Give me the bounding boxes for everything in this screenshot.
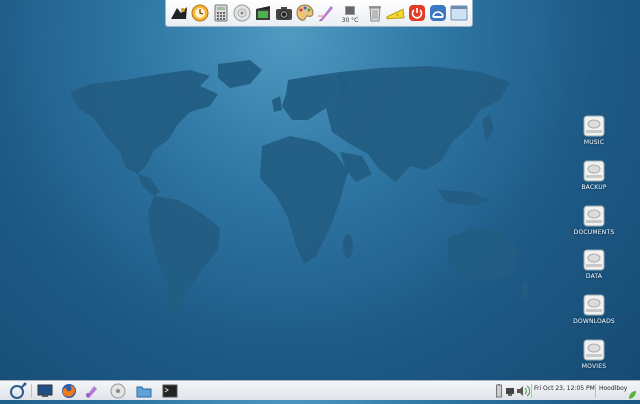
drive-movies[interactable]: MOVIES	[568, 339, 620, 370]
paint-palette-icon[interactable]	[295, 3, 314, 24]
drive-music[interactable]: MUSIC	[568, 115, 620, 146]
cheese-icon[interactable]	[386, 3, 405, 24]
world-map-wallpaper	[70, 60, 530, 326]
show-desktop-launcher[interactable]	[35, 382, 55, 399]
folder-icon	[136, 386, 152, 397]
trash-icon[interactable]	[365, 3, 384, 24]
power-icon[interactable]	[407, 3, 426, 24]
disk-launcher[interactable]	[108, 382, 128, 399]
panel-separator	[531, 384, 532, 398]
user-menu-label[interactable]: Hoodlboy	[599, 385, 627, 392]
drive-label: DATA	[585, 273, 603, 280]
hard-drive-icon	[583, 205, 605, 227]
leaf-icon	[628, 385, 637, 404]
drive-label: DOCUMENTS	[573, 229, 615, 236]
drive-documents[interactable]: DOCUMENTS	[568, 205, 620, 236]
terminal-icon	[162, 384, 178, 397]
drive-data[interactable]: DATA	[568, 249, 620, 280]
clock-app-icon[interactable]	[190, 3, 209, 24]
hard-drive-icon	[583, 249, 605, 271]
hard-drive-icon	[583, 115, 605, 137]
hard-drive-icon	[583, 339, 605, 361]
terminal-app-icon[interactable]	[169, 3, 188, 24]
hard-drive-icon	[583, 160, 605, 182]
desktop-show-icon[interactable]	[449, 3, 468, 24]
terminal-launcher[interactable]	[160, 382, 180, 399]
main-menu-button[interactable]	[8, 382, 28, 399]
camera-icon[interactable]	[274, 3, 293, 24]
draw-icon	[86, 385, 97, 398]
drive-downloads[interactable]: DOWNLOADS	[568, 294, 620, 325]
drive-backup[interactable]: BACKUP	[568, 160, 620, 191]
hard-drive-icon	[583, 294, 605, 316]
monitor-icon	[37, 384, 53, 397]
drive-label: MOVIES	[581, 363, 607, 370]
calculator-icon[interactable]	[211, 3, 230, 24]
volume-icon[interactable]	[516, 383, 531, 402]
app-dock: 30 °C	[165, 0, 473, 27]
movie-editor-icon[interactable]	[253, 3, 272, 24]
temperature-readout: 30 °C	[341, 16, 359, 24]
drawing-app-launcher[interactable]	[82, 382, 102, 399]
file-manager-launcher[interactable]	[134, 382, 154, 399]
firefox-launcher[interactable]	[59, 382, 79, 399]
drive-label: MUSIC	[583, 139, 605, 146]
panel-separator	[31, 384, 32, 398]
disk-utility-icon[interactable]	[232, 3, 251, 24]
firefox-icon	[62, 383, 76, 398]
network-icon[interactable]	[428, 3, 447, 24]
drive-label: DOWNLOADS	[573, 318, 615, 325]
distro-logo-icon	[10, 382, 27, 399]
network-tray-icon[interactable]	[505, 383, 515, 402]
panel-separator	[595, 384, 596, 398]
disk-icon	[110, 383, 126, 398]
panel-clock[interactable]: Fri Oct 23, 12:05 PM	[534, 385, 595, 392]
thermometer-icon	[345, 5, 355, 15]
bottom-panel: Fri Oct 23, 12:05 PM Hoodlboy	[0, 380, 640, 400]
temperature-monitor[interactable]: 30 °C	[337, 3, 363, 24]
battery-icon[interactable]	[496, 383, 502, 402]
drawing-tool-icon[interactable]	[316, 3, 335, 24]
drive-label: BACKUP	[581, 184, 607, 191]
